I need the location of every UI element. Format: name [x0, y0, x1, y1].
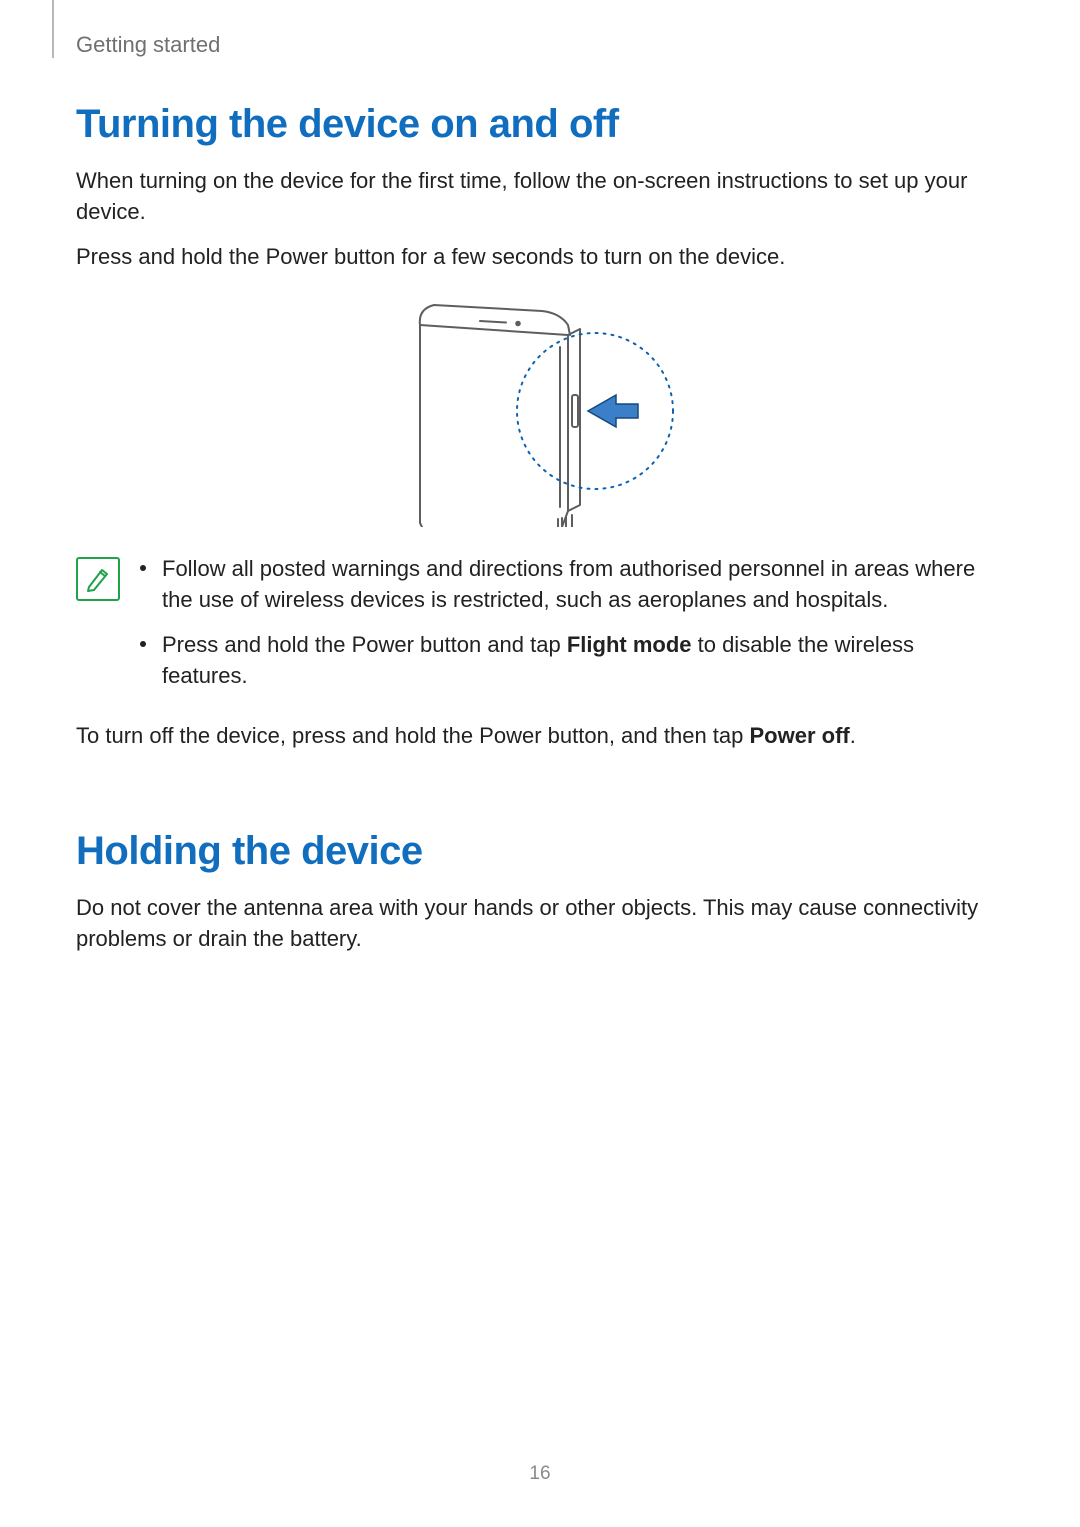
power-button-figure	[76, 295, 1004, 527]
section-title-holding: Holding the device	[76, 829, 1004, 874]
power-off-paragraph: To turn off the device, press and hold t…	[76, 720, 1004, 751]
note-bullet-1: Follow all posted warnings and direction…	[140, 553, 994, 615]
chapter-header: Getting started	[76, 32, 220, 58]
page-number: 16	[0, 1463, 1080, 1485]
note-icon	[76, 557, 120, 601]
section-title-power: Turning the device on and off	[76, 102, 1004, 147]
note-bullet-2: Press and hold the Power button and tap …	[140, 629, 994, 691]
bullet-dot-icon	[140, 641, 146, 647]
intro-paragraph-1: When turning on the device for the first…	[76, 165, 1004, 227]
bullet-dot-icon	[140, 565, 146, 571]
page-content: Turning the device on and off When turni…	[0, 0, 1080, 954]
note-bullet-2-text: Press and hold the Power button and tap …	[162, 629, 994, 691]
intro-paragraph-2: Press and hold the Power button for a fe…	[76, 241, 1004, 272]
page-margin-rule	[52, 0, 54, 58]
note-bullet-1-text: Follow all posted warnings and direction…	[162, 553, 994, 615]
holding-paragraph: Do not cover the antenna area with your …	[76, 892, 1004, 954]
note-block: Follow all posted warnings and direction…	[76, 553, 1004, 706]
